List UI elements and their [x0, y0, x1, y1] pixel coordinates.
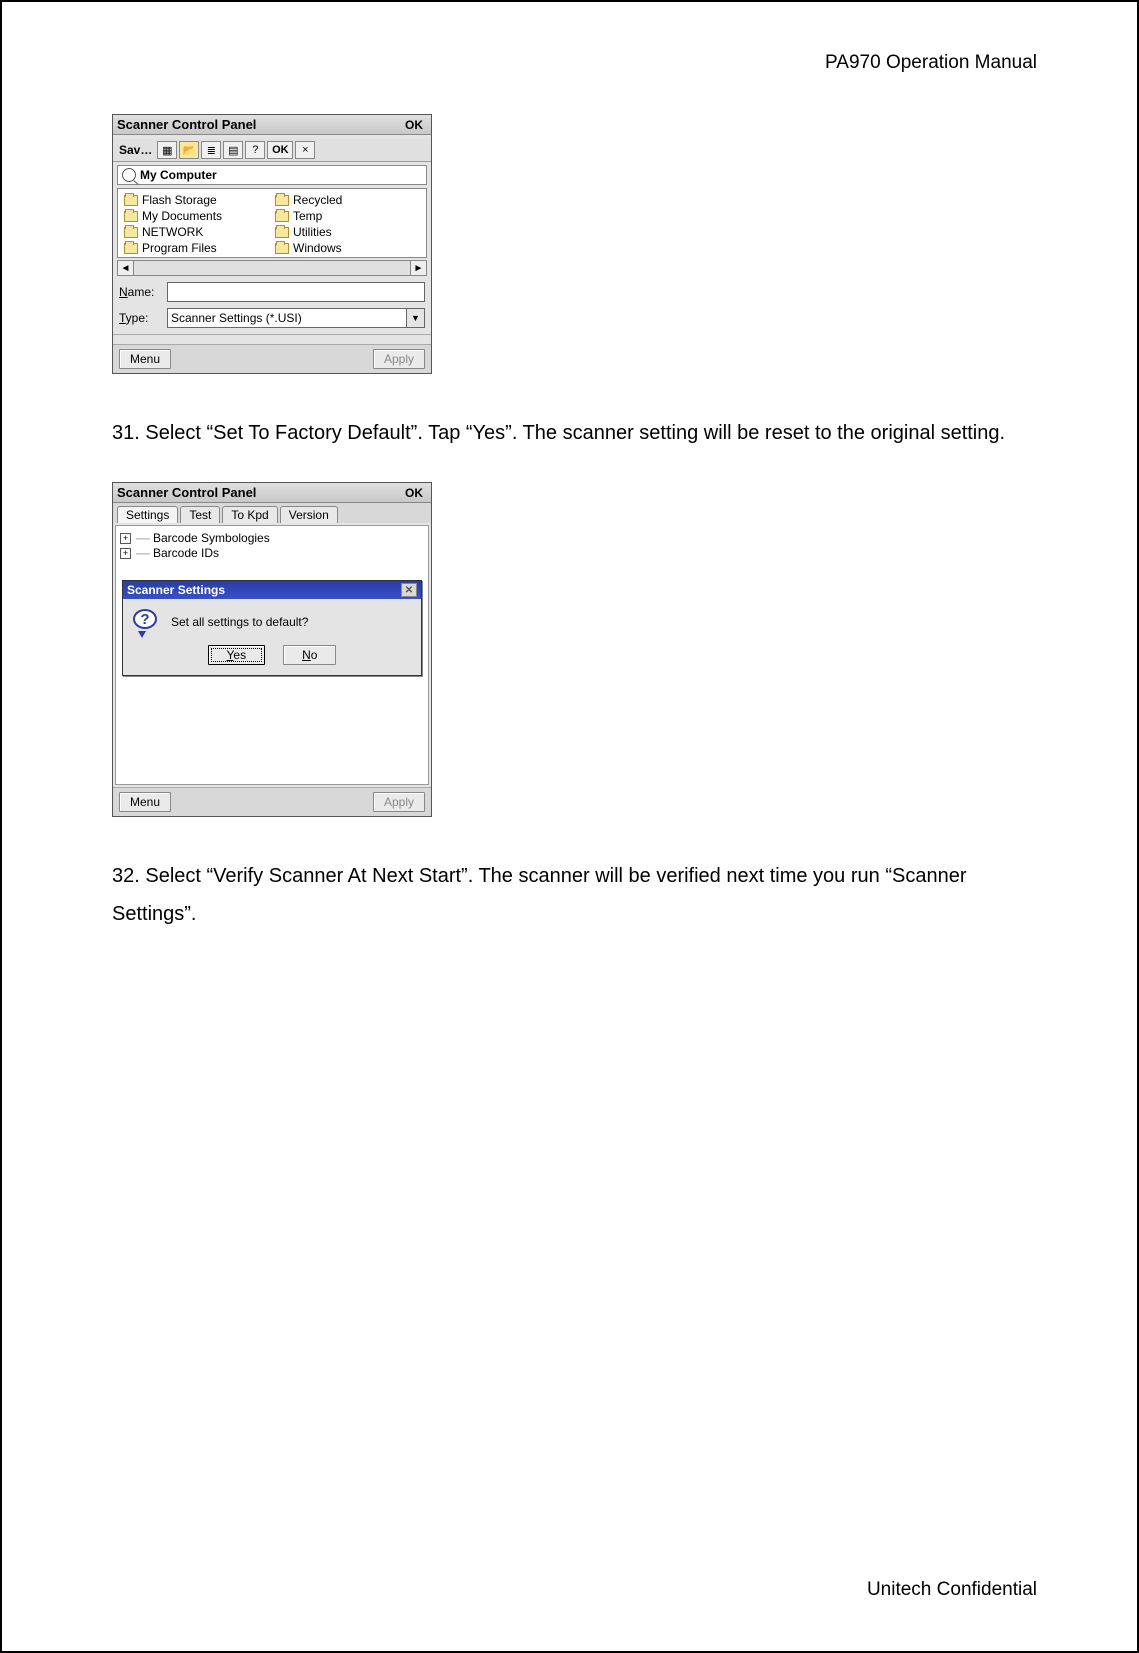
tab-to-kpd[interactable]: To Kpd: [222, 506, 277, 523]
folder-item[interactable]: NETWORK: [124, 225, 269, 239]
window-title: Scanner Control Panel: [117, 117, 256, 132]
tree-expand-icon[interactable]: +: [120, 548, 131, 559]
tree-item[interactable]: + ······· Barcode Symbologies: [120, 531, 424, 545]
window-titlebar: Scanner Control Panel OK: [113, 483, 431, 503]
details-view-icon[interactable]: ▤: [223, 141, 243, 159]
help-icon[interactable]: ?: [245, 141, 265, 159]
folder-item[interactable]: My Documents: [124, 209, 269, 223]
page-header: PA970 Operation Manual: [112, 52, 1037, 74]
modal-titlebar: Scanner Settings ✕: [123, 581, 421, 599]
modal-message: Set all settings to default?: [171, 615, 308, 629]
horizontal-scrollbar[interactable]: ◄ ►: [117, 260, 427, 276]
tree-connector: ·······: [135, 546, 149, 560]
instruction-31: 31. Select “Set To Factory Default”. Tap…: [112, 414, 1037, 452]
status-strip: [113, 334, 431, 344]
folder-label: Windows: [293, 241, 342, 255]
toolbar-close-button[interactable]: ×: [295, 141, 315, 159]
name-label: Name:: [119, 285, 161, 299]
type-value: Scanner Settings (*.USI): [171, 311, 302, 325]
folder-item[interactable]: Program Files: [124, 241, 269, 255]
settings-panel: + ······· Barcode Symbologies + ······· …: [113, 523, 431, 787]
folder-up-icon[interactable]: 📂: [179, 141, 199, 159]
location-label: My Computer: [140, 168, 217, 182]
search-icon: [122, 168, 136, 182]
document-page: PA970 Operation Manual Scanner Control P…: [0, 0, 1139, 1653]
instruction-32: 32. Select “Verify Scanner At Next Start…: [112, 857, 1037, 933]
folder-icon: [124, 195, 138, 206]
folder-icon: [275, 195, 289, 206]
folder-item[interactable]: Flash Storage: [124, 193, 269, 207]
page-footer: Unitech Confidential: [867, 1579, 1037, 1601]
scroll-right-icon[interactable]: ►: [410, 261, 426, 275]
modal-body: ? Set all settings to default?: [123, 599, 421, 641]
folder-item[interactable]: Recycled: [275, 193, 420, 207]
folder-icon: [124, 243, 138, 254]
folder-icon: [275, 227, 289, 238]
tree-expand-icon[interactable]: +: [120, 533, 131, 544]
folder-icon: [275, 211, 289, 222]
settings-tree: + ······· Barcode Symbologies + ······· …: [115, 525, 429, 785]
screenshot-confirm-dialog: Scanner Control Panel OK Settings Test T…: [112, 482, 432, 817]
folder-icon: [124, 227, 138, 238]
folder-label: Temp: [293, 209, 322, 223]
type-combobox[interactable]: Scanner Settings (*.USI) ▼: [167, 308, 425, 328]
tabstrip: Settings Test To Kpd Version: [113, 503, 431, 523]
tree-label: Barcode IDs: [153, 546, 219, 560]
tab-settings[interactable]: Settings: [117, 506, 178, 523]
tab-version[interactable]: Version: [280, 506, 338, 523]
type-label: Type:: [119, 311, 161, 325]
bottom-bar: Menu Apply: [113, 344, 431, 373]
screenshot-save-dialog: Scanner Control Panel OK Sav… ▦ 📂 ≣ ▤ ? …: [112, 114, 432, 374]
folder-item[interactable]: Temp: [275, 209, 420, 223]
folder-icon: [124, 211, 138, 222]
tree-connector: ·······: [135, 531, 149, 545]
name-input[interactable]: [167, 282, 425, 302]
folder-list: Flash Storage Recycled My Documents Temp…: [117, 188, 427, 258]
folder-label: Recycled: [293, 193, 342, 207]
folder-item[interactable]: Utilities: [275, 225, 420, 239]
question-icon: ?: [133, 609, 159, 635]
close-icon[interactable]: ✕: [401, 583, 417, 597]
folder-label: NETWORK: [142, 225, 203, 239]
save-dialog-body: Sav… ▦ 📂 ≣ ▤ ? OK × My Computer Flash St…: [113, 139, 431, 344]
chevron-down-icon[interactable]: ▼: [406, 309, 424, 327]
modal-buttons: Yes No: [123, 641, 421, 675]
name-field-row: Name:: [119, 282, 425, 302]
tree-item[interactable]: + ······· Barcode IDs: [120, 546, 424, 560]
folder-label: Flash Storage: [142, 193, 217, 207]
menu-button[interactable]: Menu: [119, 349, 171, 369]
toolbar-ok-button[interactable]: OK: [267, 141, 293, 159]
save-toolbar: Sav… ▦ 📂 ≣ ▤ ? OK ×: [113, 139, 431, 162]
folder-item[interactable]: Windows: [275, 241, 420, 255]
apply-button[interactable]: Apply: [373, 792, 425, 812]
folder-label: My Documents: [142, 209, 222, 223]
save-label: Sav…: [116, 143, 155, 157]
folder-label: Utilities: [293, 225, 332, 239]
list-view-icon[interactable]: ≣: [201, 141, 221, 159]
folder-icon: [275, 243, 289, 254]
no-button[interactable]: No: [283, 645, 336, 665]
folder-label: Program Files: [142, 241, 217, 255]
menu-button[interactable]: Menu: [119, 792, 171, 812]
view-icon-1[interactable]: ▦: [157, 141, 177, 159]
location-bar[interactable]: My Computer: [117, 165, 427, 185]
titlebar-ok-button[interactable]: OK: [401, 486, 427, 500]
bottom-bar: Menu Apply: [113, 787, 431, 816]
window-title: Scanner Control Panel: [117, 485, 256, 500]
scroll-left-icon[interactable]: ◄: [118, 261, 134, 275]
tree-label: Barcode Symbologies: [153, 531, 270, 545]
confirm-modal: Scanner Settings ✕ ? Set all settings to…: [122, 580, 422, 676]
modal-title-text: Scanner Settings: [127, 583, 225, 597]
window-titlebar: Scanner Control Panel OK: [113, 115, 431, 135]
tab-test[interactable]: Test: [180, 506, 220, 523]
titlebar-ok-button[interactable]: OK: [401, 118, 427, 132]
apply-button[interactable]: Apply: [373, 349, 425, 369]
yes-button[interactable]: Yes: [208, 645, 266, 665]
type-field-row: Type: Scanner Settings (*.USI) ▼: [119, 308, 425, 328]
